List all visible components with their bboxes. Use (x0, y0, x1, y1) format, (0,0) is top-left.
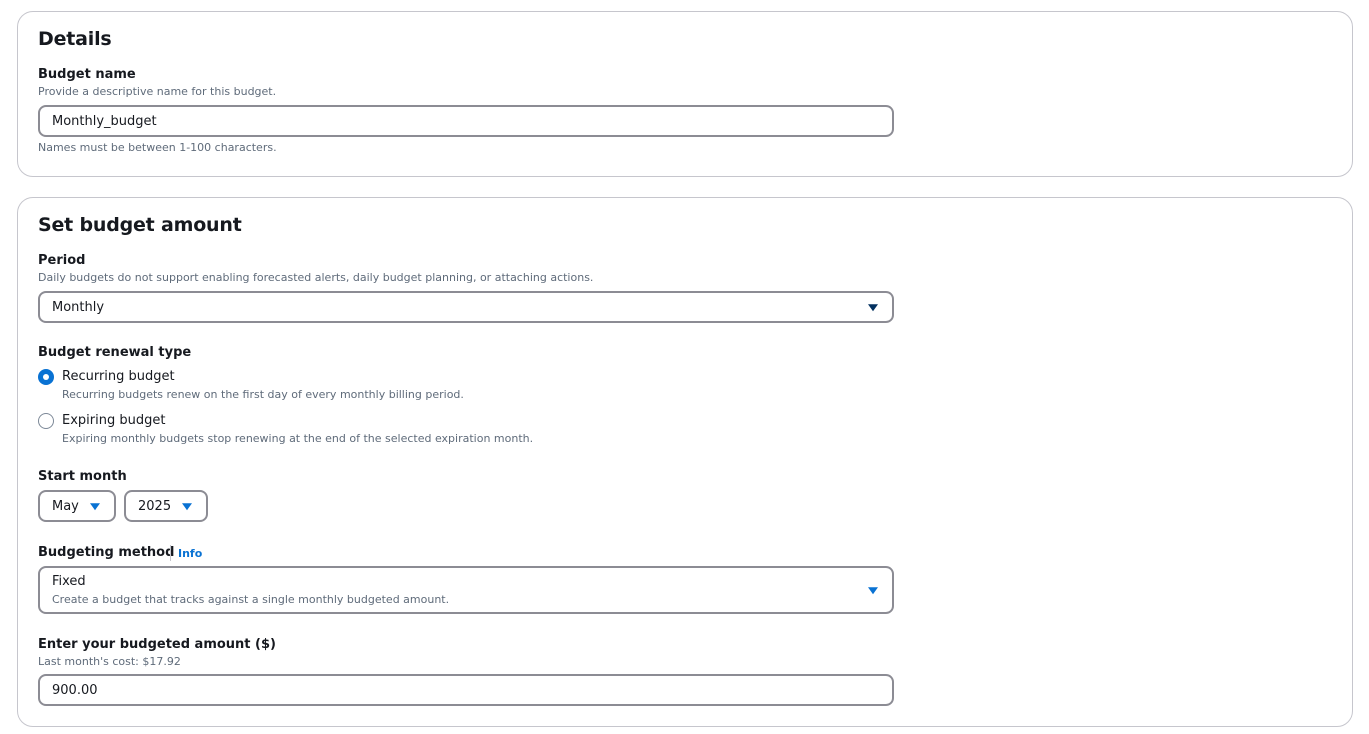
budgeted-amount-label: Enter your budgeted amount ($) (38, 637, 276, 652)
expiring-budget-description: Expiring monthly budgets stop renewing a… (62, 432, 534, 445)
budget-amount-panel: Set budget amount Period Daily budgets d… (17, 197, 1353, 727)
period-label: Period (38, 253, 86, 268)
budgeting-method-value-description: Create a budget that tracks against a si… (52, 593, 450, 606)
budget-amount-heading: Set budget amount (38, 214, 242, 236)
budgeting-method-select[interactable]: Fixed Create a budget that tracks agains… (38, 566, 894, 614)
period-select[interactable]: Monthly (38, 291, 894, 323)
budgeting-method-info-link[interactable]: Info (178, 547, 202, 560)
budgeting-method-value: Fixed (52, 574, 86, 589)
expiring-budget-radio[interactable] (38, 413, 54, 429)
budget-name-constraint: Names must be between 1-100 characters. (38, 141, 277, 154)
caret-down-icon (868, 587, 878, 595)
budget-name-label: Budget name (38, 67, 136, 82)
renewal-type-label: Budget renewal type (38, 345, 192, 360)
start-month-select[interactable]: May (38, 490, 116, 522)
details-panel: Details Budget name Provide a descriptiv… (17, 11, 1353, 177)
start-year-value: 2025 (138, 498, 172, 514)
caret-down-icon (182, 503, 192, 511)
expiring-budget-label[interactable]: Expiring budget (62, 413, 165, 428)
recurring-budget-description: Recurring budgets renew on the first day… (62, 388, 464, 401)
caret-down-icon (868, 304, 878, 312)
period-description: Daily budgets do not support enabling fo… (38, 271, 594, 284)
budgeted-amount-input[interactable]: 900.00 (38, 674, 894, 706)
label-divider (170, 545, 171, 561)
recurring-budget-radio[interactable] (38, 369, 54, 385)
recurring-budget-label[interactable]: Recurring budget (62, 369, 175, 384)
budgeting-method-label: Budgeting method (38, 545, 175, 560)
budgeted-amount-value: 900.00 (52, 682, 98, 698)
budget-name-value: Monthly_budget (52, 113, 157, 129)
start-month-label: Start month (38, 469, 127, 484)
period-value: Monthly (52, 299, 105, 315)
details-heading: Details (38, 28, 112, 50)
start-year-select[interactable]: 2025 (124, 490, 208, 522)
last-month-cost: Last month's cost: $17.92 (38, 655, 181, 668)
budget-name-input[interactable]: Monthly_budget (38, 105, 894, 137)
caret-down-icon (90, 503, 100, 511)
budget-name-description: Provide a descriptive name for this budg… (38, 85, 277, 98)
start-month-value: May (52, 498, 79, 514)
